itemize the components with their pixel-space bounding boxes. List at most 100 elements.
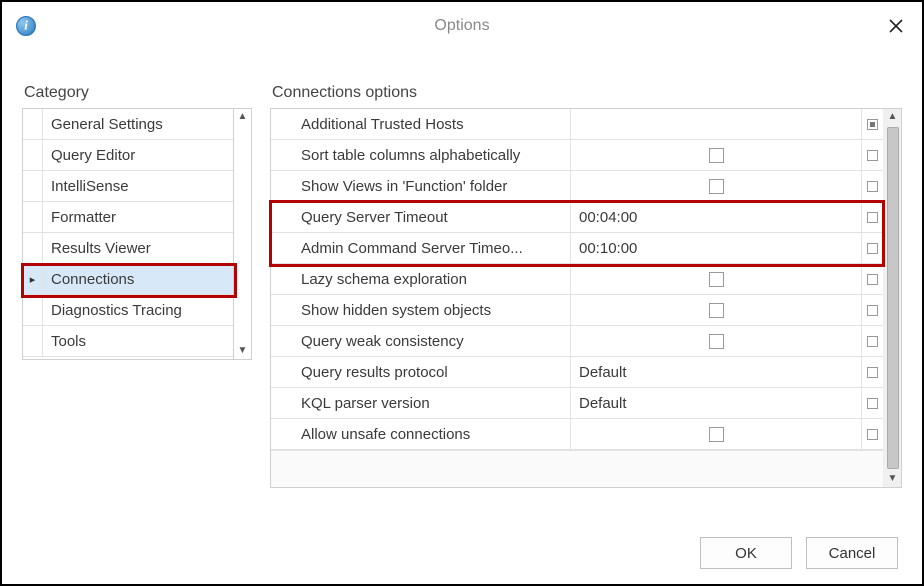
option-value-cell[interactable] (571, 109, 861, 139)
row-end-toggle[interactable] (861, 202, 883, 232)
row-end-toggle[interactable] (861, 357, 883, 387)
category-item[interactable]: Query Editor (23, 140, 233, 171)
option-value-cell[interactable] (571, 295, 861, 325)
category-list: General SettingsQuery Editor IntelliSense… (22, 108, 252, 360)
row-end-toggle[interactable] (861, 295, 883, 325)
option-value-cell[interactable] (571, 326, 861, 356)
row-marker (23, 109, 43, 139)
option-label: Query results protocol (271, 357, 571, 387)
row-marker (23, 295, 43, 325)
checkbox-icon[interactable] (709, 303, 724, 318)
option-row[interactable]: Query weak consistency (271, 326, 883, 357)
info-icon (16, 16, 36, 36)
option-value-cell[interactable]: 00:10:00 (571, 233, 861, 263)
square-icon (867, 305, 878, 316)
scroll-up-icon[interactable]: ▲ (238, 112, 248, 122)
option-row[interactable]: KQL parser versionDefault (271, 388, 883, 419)
option-value-cell[interactable]: 00:04:00 (571, 202, 861, 232)
scroll-down-icon[interactable]: ▼ (238, 346, 248, 356)
category-item[interactable]: Connections (23, 264, 233, 295)
option-value-cell[interactable]: Default (571, 357, 861, 387)
row-end-toggle[interactable] (861, 264, 883, 294)
square-icon (867, 243, 878, 254)
category-item-label: Formatter (51, 209, 116, 226)
row-end-toggle[interactable] (861, 419, 883, 449)
ok-button[interactable]: OK (700, 537, 792, 569)
options-footer (271, 450, 883, 487)
option-value-cell[interactable] (571, 264, 861, 294)
category-item-label: Results Viewer (51, 240, 151, 257)
square-icon (867, 367, 878, 378)
category-item[interactable]: Tools (23, 326, 233, 357)
option-label: Query weak consistency (271, 326, 571, 356)
close-button[interactable] (882, 12, 910, 40)
row-end-toggle[interactable] (861, 233, 883, 263)
square-icon (867, 119, 878, 130)
square-icon (867, 429, 878, 440)
option-value: Default (579, 395, 627, 412)
category-item[interactable]: Formatter (23, 202, 233, 233)
option-label: Additional Trusted Hosts (271, 109, 571, 139)
options-scrollbar[interactable]: ▲ ▼ (883, 109, 901, 487)
cancel-button[interactable]: Cancel (806, 537, 898, 569)
category-scrollbar[interactable]: ▲ ▼ (233, 109, 251, 359)
row-marker (23, 233, 43, 263)
category-item-label: Diagnostics Tracing (51, 302, 182, 319)
option-value-cell[interactable]: Default (571, 388, 861, 418)
button-bar: OK Cancel (2, 522, 922, 584)
row-marker (23, 140, 43, 170)
row-end-toggle[interactable] (861, 109, 883, 139)
option-value: 00:04:00 (579, 209, 637, 226)
checkbox-icon[interactable] (709, 179, 724, 194)
option-value: Default (579, 364, 627, 381)
row-end-toggle[interactable] (861, 140, 883, 170)
scroll-down-icon[interactable]: ▼ (888, 471, 898, 487)
square-icon (867, 181, 878, 192)
options-heading: Connections options (272, 84, 902, 102)
titlebar: Options (2, 2, 922, 50)
option-label: Lazy schema exploration (271, 264, 571, 294)
option-label: Allow unsafe connections (271, 419, 571, 449)
option-row[interactable]: Query results protocol Default (271, 357, 883, 388)
option-value-cell[interactable] (571, 140, 861, 170)
category-item-label: IntelliSense (51, 178, 129, 195)
option-row[interactable]: Query Server Timeout 00:04:00 (271, 202, 883, 233)
option-label: Query Server Timeout (271, 202, 571, 232)
checkbox-icon[interactable] (709, 334, 724, 349)
option-value-cell[interactable] (571, 419, 861, 449)
option-value-cell[interactable] (571, 171, 861, 201)
option-row[interactable]: Allow unsafe connections (271, 419, 883, 450)
category-column: Category General SettingsQuery Editor Int… (22, 50, 252, 512)
row-end-toggle[interactable] (861, 326, 883, 356)
square-icon (867, 212, 878, 223)
category-item[interactable]: General Settings (23, 109, 233, 140)
window-title: Options (434, 17, 489, 35)
option-row[interactable]: Lazy schema exploration (271, 264, 883, 295)
checkbox-icon[interactable] (709, 427, 724, 442)
checkbox-icon[interactable] (709, 148, 724, 163)
options-grid: Additional Trusted HostsSort table colum… (270, 108, 902, 488)
category-item[interactable]: Results Viewer (23, 233, 233, 264)
row-end-toggle[interactable] (861, 388, 883, 418)
category-item[interactable]: Diagnostics Tracing (23, 295, 233, 326)
row-end-toggle[interactable] (861, 171, 883, 201)
option-label: Admin Command Server Timeo... (271, 233, 571, 263)
category-item-label: Connections (51, 271, 134, 288)
checkbox-icon[interactable] (709, 272, 724, 287)
scroll-up-icon[interactable]: ▲ (888, 109, 898, 125)
option-row[interactable]: Admin Command Server Timeo... 00:10:00 (271, 233, 883, 264)
square-icon (867, 150, 878, 161)
option-value: 00:10:00 (579, 240, 637, 257)
option-row[interactable]: Show hidden system objects (271, 295, 883, 326)
scrollbar-thumb[interactable] (887, 127, 899, 469)
option-row[interactable]: Sort table columns alphabetically (271, 140, 883, 171)
close-icon (888, 18, 904, 34)
option-row[interactable]: Show Views in 'Function' folder (271, 171, 883, 202)
options-window: Options Category General SettingsQuery E… (0, 0, 924, 586)
category-heading: Category (24, 84, 252, 102)
row-marker (23, 202, 43, 232)
content-area: Category General SettingsQuery Editor Int… (2, 50, 922, 522)
square-icon (867, 398, 878, 409)
option-row[interactable]: Additional Trusted Hosts (271, 109, 883, 140)
category-item[interactable]: IntelliSense (23, 171, 233, 202)
